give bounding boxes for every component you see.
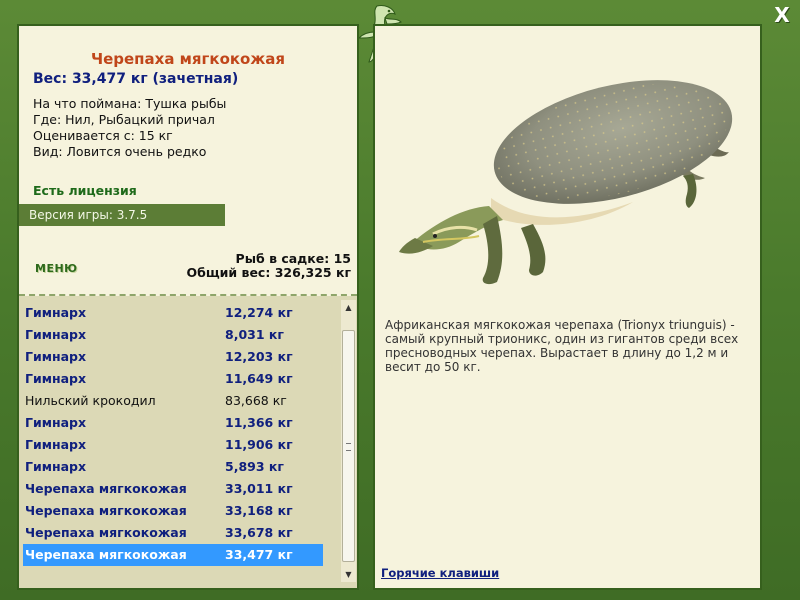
list-item-name: Черепаха мягкокожая — [25, 481, 187, 496]
list-item-weight: 5,893 кг — [225, 459, 284, 474]
list-item[interactable]: Гимнарх 8,031 кг — [23, 324, 323, 346]
list-item-name: Нильский крокодил — [25, 393, 156, 408]
fish-title: Черепаха мягкокожая — [90, 50, 286, 68]
catch-panel: Черепаха мягкокожая Вес: 33,477 кг (заче… — [17, 24, 359, 590]
list-item[interactable]: Черепаха мягкокожая 33,678 кг — [23, 522, 323, 544]
menu-button[interactable]: МЕНЮ — [35, 262, 78, 275]
list-item-weight: 12,274 кг — [225, 305, 293, 320]
list-item-name: Черепаха мягкокожая — [25, 503, 187, 518]
list-item-weight: 8,031 кг — [225, 327, 284, 342]
list-item-name: Гимнарх — [25, 371, 87, 386]
fish-description: Африканская мягкокожая черепаха (Trionyx… — [385, 318, 739, 374]
list-item-weight: 33,011 кг — [225, 481, 293, 496]
list-item[interactable]: Гимнарх 11,906 кг — [23, 434, 323, 456]
scroll-down-arrow-icon[interactable]: ▼ — [341, 567, 356, 582]
list-item-weight: 12,203 кг — [225, 349, 293, 364]
list-item[interactable]: Гимнарх 12,274 кг — [23, 302, 323, 324]
scroll-thumb[interactable] — [342, 330, 355, 562]
fish-info: Черепаха мягкокожая Вес: 33,477 кг (заче… — [19, 26, 357, 296]
list-item-weight: 11,366 кг — [225, 415, 293, 430]
list-item[interactable]: Черепаха мягкокожая 33,011 кг — [23, 478, 323, 500]
fish-caught-on: На что поймана: Тушка рыбы — [33, 96, 227, 111]
list-item-name: Гимнарх — [25, 437, 87, 452]
thumb-grip-icon — [346, 443, 351, 451]
list-item-name: Гимнарх — [25, 349, 87, 364]
fish-rarity: Вид: Ловится очень редко — [33, 144, 207, 159]
list-item[interactable]: Гимнарх 11,366 кг — [23, 412, 323, 434]
list-item[interactable]: Черепаха мягкокожая 33,477 кг — [23, 544, 323, 566]
turtle-image — [399, 80, 733, 285]
scroll-up-arrow-icon[interactable]: ▲ — [341, 300, 356, 315]
close-icon: X — [774, 3, 790, 27]
list-scrollbar[interactable]: ▲ ▼ — [341, 300, 356, 582]
fish-valued-from: Оценивается с: 15 кг — [33, 128, 173, 143]
list-item[interactable]: Черепаха мягкокожая 33,168 кг — [23, 500, 323, 522]
list-item[interactable]: Гимнарх 5,893 кг — [23, 456, 323, 478]
fish-location: Где: Нил, Рыбацкий причал — [33, 112, 215, 127]
list-item-weight: 11,906 кг — [225, 437, 293, 452]
fish-detail-panel: Африканская мягкокожая черепаха (Trionyx… — [373, 24, 762, 590]
list-item[interactable]: Гимнарх 11,649 кг — [23, 368, 323, 390]
close-button[interactable]: X — [770, 4, 794, 26]
list-item[interactable]: Гимнарх 12,203 кг — [23, 346, 323, 368]
list-item-name: Гимнарх — [25, 459, 87, 474]
fish-weight: Вес: 33,477 кг (зачетная) — [33, 71, 239, 87]
list-item-name: Черепаха мягкокожая — [25, 547, 187, 562]
catch-list-area: Гимнарх 12,274 кг Гимнарх 8,031 кг Гимнарх 12… — [19, 296, 357, 588]
hotkeys-link[interactable]: Горячие клавиши — [381, 566, 499, 580]
game-version: Версия игры: 3.7.5 — [19, 204, 225, 226]
list-item-name: Гимнарх — [25, 305, 87, 320]
list-item-weight: 11,649 кг — [225, 371, 293, 386]
list-item-weight: 83,668 кг — [225, 393, 287, 408]
list-item-name: Гимнарх — [25, 327, 87, 342]
list-item-weight: 33,168 кг — [225, 503, 293, 518]
license-status: Есть лицензия — [33, 183, 137, 198]
list-item[interactable]: Нильский крокодил 83,668 кг — [23, 390, 323, 412]
list-item-weight: 33,678 кг — [225, 525, 293, 540]
list-item-weight: 33,477 кг — [225, 547, 293, 562]
list-item-name: Гимнарх — [25, 415, 87, 430]
total-weight: Общий вес: 326,325 кг — [186, 265, 352, 280]
catch-list: Гимнарх 12,274 кг Гимнарх 8,031 кг Гимнарх 12… — [23, 302, 323, 574]
fish-count: Рыб в садке: 15 — [235, 251, 351, 266]
keepnet-stats: Рыб в садке: 15 Общий вес: 326,325 кг — [187, 252, 352, 280]
list-item-name: Черепаха мягкокожая — [25, 525, 187, 540]
